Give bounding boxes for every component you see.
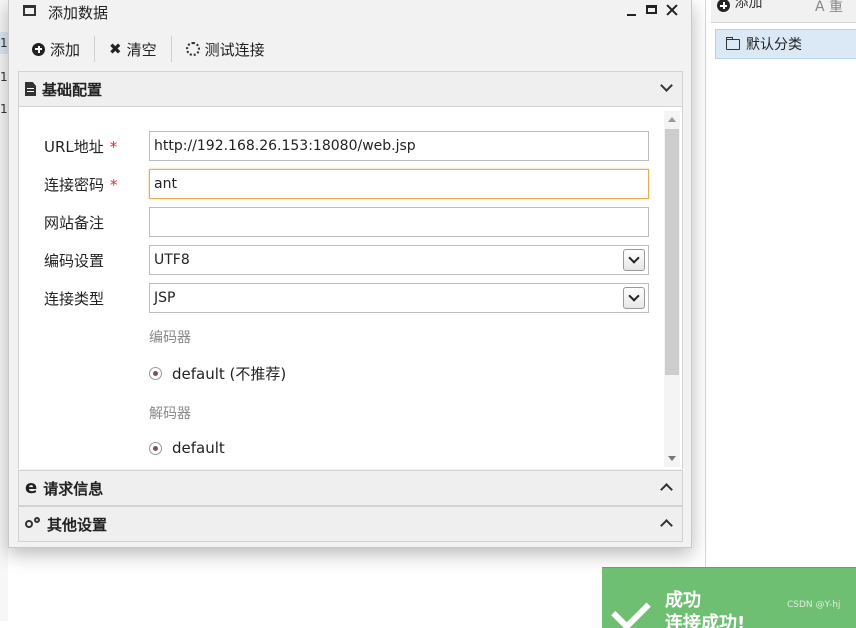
close-icon: ✖ bbox=[109, 39, 122, 58]
category-add-button[interactable]: 添加 bbox=[717, 0, 762, 16]
chevron-up-icon[interactable] bbox=[660, 480, 672, 492]
background-row-mark[interactable]: 1 bbox=[0, 98, 8, 120]
scroll-up-icon[interactable] bbox=[668, 117, 676, 122]
section-basic-config-header[interactable]: 基础配置 bbox=[18, 71, 683, 107]
document-icon bbox=[25, 82, 36, 96]
required-mark: * bbox=[109, 138, 118, 156]
category-item-default[interactable]: 默认分类 bbox=[715, 29, 856, 59]
section-basic-config-title: 基础配置 bbox=[42, 80, 103, 99]
chevron-down-icon[interactable] bbox=[623, 287, 645, 309]
background-row-mark[interactable]: 1 bbox=[0, 32, 8, 54]
clear-button[interactable]: ✖ 清空 bbox=[95, 35, 171, 63]
clear-button-label: 清空 bbox=[126, 40, 157, 59]
radio-selected-icon[interactable] bbox=[149, 441, 162, 455]
section-request-info-header[interactable]: e 请求信息 bbox=[18, 470, 683, 506]
toast-message: 连接成功! bbox=[665, 613, 746, 628]
browser-e-icon: e bbox=[25, 477, 38, 498]
test-connection-label: 测试连接 bbox=[204, 40, 265, 59]
checkmark-icon bbox=[611, 591, 651, 628]
decoder-option-default[interactable]: default bbox=[149, 439, 225, 457]
dialog-titlebar[interactable]: 添加数据 bbox=[9, 0, 691, 25]
background-row-mark[interactable]: 1 bbox=[0, 66, 8, 88]
section-other-settings-title: 其他设置 bbox=[47, 515, 108, 534]
encoding-select[interactable]: UTF8 bbox=[149, 245, 649, 275]
note-input[interactable] bbox=[149, 207, 649, 237]
add-button-label: 添加 bbox=[50, 40, 81, 59]
test-connection-button[interactable]: 测试连接 bbox=[172, 35, 279, 63]
watermark: CSDN @Y-hj bbox=[787, 600, 841, 610]
section-request-info-title: 请求信息 bbox=[43, 479, 104, 498]
minimize-icon[interactable] bbox=[625, 3, 639, 17]
category-rename-button[interactable]: A 重 bbox=[815, 0, 843, 16]
close-icon[interactable] bbox=[665, 3, 679, 17]
password-row: 连接密码 * ant bbox=[19, 169, 659, 199]
connection-type-select[interactable]: JSP bbox=[149, 283, 649, 313]
section-other-settings-header[interactable]: 其他设置 bbox=[18, 506, 683, 542]
encoding-label: 编码设置 bbox=[44, 252, 105, 270]
plus-circle-icon bbox=[32, 42, 45, 56]
note-label: 网站备注 bbox=[44, 214, 105, 232]
dialog-toolbar: 添加 ✖ 清空 测试连接 bbox=[18, 29, 682, 69]
connection-type-label: 连接类型 bbox=[44, 290, 105, 308]
url-row: URL地址 * http://192.168.26.153:18080/web.j… bbox=[19, 131, 659, 161]
decoder-option-label: default bbox=[172, 439, 225, 457]
success-toast[interactable]: 成功 连接成功! bbox=[602, 567, 856, 628]
plus-circle-icon bbox=[717, 0, 730, 12]
password-label: 连接密码 * bbox=[44, 176, 118, 194]
chevron-down-icon[interactable] bbox=[623, 249, 645, 271]
spinner-icon bbox=[185, 42, 200, 56]
password-input[interactable]: ant bbox=[149, 169, 649, 199]
url-label: URL地址 * bbox=[44, 138, 118, 156]
add-data-dialog: 添加数据 添加 ✖ 清空 测试连接 基础配置 URL地址* http://19 bbox=[8, 0, 692, 548]
scroll-down-icon[interactable] bbox=[668, 456, 676, 461]
form-scrollbar[interactable] bbox=[664, 111, 680, 467]
chevron-down-icon[interactable] bbox=[660, 81, 672, 93]
connection-type-row: 连接类型 JSP bbox=[19, 283, 659, 313]
encoder-option-label: default (不推荐) bbox=[172, 365, 287, 383]
maximize-icon[interactable] bbox=[645, 3, 659, 17]
folder-icon bbox=[726, 36, 740, 50]
encoding-select-value: UTF8 bbox=[154, 252, 190, 268]
basic-config-form: URL地址 * http://192.168.26.153:18080/web.j… bbox=[18, 107, 683, 469]
category-item-label: 默认分类 bbox=[746, 37, 802, 53]
scrollbar-thumb[interactable] bbox=[665, 129, 679, 375]
category-toolbar: 添加 A 重 bbox=[711, 0, 856, 23]
url-input[interactable]: http://192.168.26.153:18080/web.jsp bbox=[149, 131, 649, 161]
window-icon bbox=[23, 5, 36, 16]
connection-type-select-value: JSP bbox=[154, 290, 176, 306]
note-row: 网站备注 bbox=[19, 207, 659, 237]
encoder-title: 编码器 bbox=[149, 330, 191, 346]
category-panel: 添加 A 重 默认分类 bbox=[705, 0, 856, 621]
window-controls bbox=[625, 3, 679, 17]
gears-icon bbox=[25, 517, 41, 531]
radio-selected-icon[interactable] bbox=[149, 367, 162, 380]
encoding-row: 编码设置 UTF8 bbox=[19, 245, 659, 275]
add-button[interactable]: 添加 bbox=[18, 35, 94, 63]
required-mark: * bbox=[110, 176, 118, 194]
background-data-list: 1 1 1 bbox=[0, 0, 8, 621]
chevron-up-icon[interactable] bbox=[660, 516, 672, 528]
dialog-title: 添加数据 bbox=[48, 4, 109, 22]
encoder-option-default[interactable]: default (不推荐) bbox=[149, 363, 286, 384]
decoder-title: 解码器 bbox=[149, 406, 191, 422]
